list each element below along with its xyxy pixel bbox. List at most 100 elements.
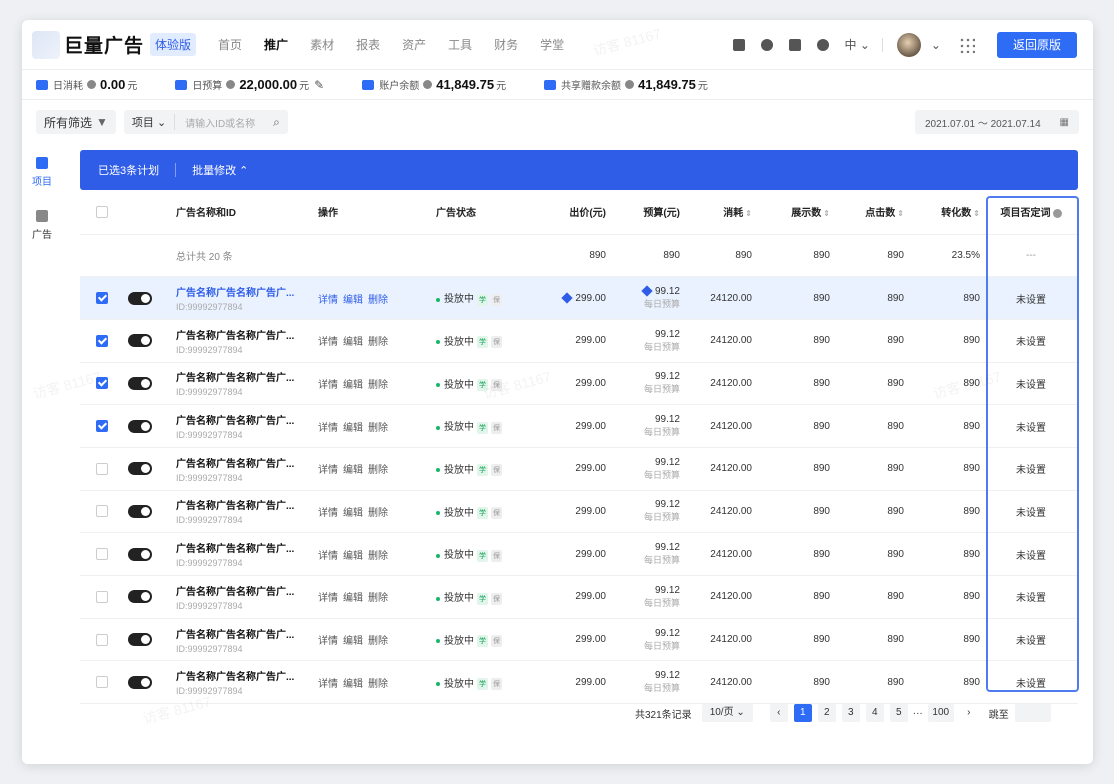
delete-link[interactable]: 删除	[368, 679, 388, 690]
row-toggle[interactable]	[128, 462, 152, 476]
negative-words-value[interactable]: 未设置	[984, 362, 1078, 406]
row-toggle[interactable]	[128, 504, 152, 518]
ad-name[interactable]: 广告名称广告名称广告广...	[176, 583, 310, 598]
detail-link[interactable]: 详情	[318, 295, 338, 306]
edit-icon[interactable]	[641, 285, 653, 298]
help-icon[interactable]	[87, 80, 96, 89]
ad-name[interactable]: 广告名称广告名称广告广...	[176, 455, 310, 470]
edit-link[interactable]: 编辑	[343, 337, 363, 348]
help-icon[interactable]	[226, 80, 236, 89]
page-1[interactable]: 1	[793, 704, 812, 722]
edit-link[interactable]: 编辑	[343, 380, 363, 391]
language-select[interactable]: 中 ⌄	[845, 36, 870, 53]
apps-grid-icon[interactable]	[958, 36, 975, 53]
help-icon[interactable]	[423, 80, 433, 89]
ad-name[interactable]: 广告名称广告名称广告广...	[176, 327, 310, 342]
bid-cell[interactable]: 299.00	[538, 618, 610, 662]
sort-icon[interactable]: ⇕	[973, 209, 980, 218]
row-toggle[interactable]	[128, 334, 152, 348]
delete-link[interactable]: 删除	[368, 337, 388, 348]
row-toggle[interactable]	[128, 419, 152, 433]
row-checkbox[interactable]	[96, 292, 108, 305]
negative-words-value[interactable]: 未设置	[984, 618, 1078, 662]
row-toggle[interactable]	[128, 633, 152, 647]
edit-link[interactable]: 编辑	[343, 679, 363, 690]
row-checkbox[interactable]	[96, 334, 108, 347]
nav-home[interactable]: 首页	[218, 36, 242, 53]
ad-name[interactable]: 广告名称广告名称广告广...	[176, 497, 310, 512]
nav-material[interactable]: 素材	[310, 36, 334, 53]
bid-cell[interactable]: 299.00	[538, 404, 610, 448]
nav-report[interactable]: 报表	[356, 36, 380, 53]
col-budget[interactable]: 预算(元)	[610, 190, 684, 235]
table-row[interactable]: 广告名称广告名称广告广... ID:99992977894 详情 编辑 删除 投放中学保 2…	[80, 660, 1078, 705]
sidebar-item-ad[interactable]: 广告	[22, 210, 62, 241]
return-original-button[interactable]: 返回原版	[996, 31, 1077, 58]
row-toggle[interactable]	[128, 547, 152, 561]
avatar[interactable]	[896, 32, 921, 57]
page-3[interactable]: 3	[841, 704, 860, 722]
bid-cell[interactable]: 299.00	[538, 319, 610, 363]
bulk-edit-button[interactable]: 批量修改 ⌃	[192, 162, 248, 178]
table-row[interactable]: 广告名称广告名称广告广... ID:99992977894 详情 编辑 删除 投放中学保 2…	[80, 319, 1078, 363]
bid-cell[interactable]: 299.00	[538, 575, 610, 619]
delete-link[interactable]: 删除	[368, 295, 388, 306]
bid-cell[interactable]: 299.00	[538, 490, 610, 534]
delete-link[interactable]: 删除	[368, 593, 388, 604]
delete-link[interactable]: 删除	[368, 551, 388, 562]
page-2[interactable]: 2	[817, 704, 836, 722]
scope-select[interactable]: 项目 ⌄	[124, 114, 176, 130]
negative-words-value[interactable]: 未设置	[984, 532, 1078, 576]
table-row[interactable]: 广告名称广告名称广告广... ID:99992977894 详情 编辑 删除 投放中学保 2…	[80, 618, 1078, 662]
help-icon[interactable]	[625, 80, 635, 89]
select-all-checkbox[interactable]	[96, 205, 108, 218]
ad-name[interactable]: 广告名称广告名称广告广...	[176, 540, 310, 555]
jump-input[interactable]	[1014, 704, 1051, 722]
detail-link[interactable]: 详情	[318, 423, 338, 434]
detail-link[interactable]: 详情	[318, 551, 338, 562]
page-5[interactable]: 5	[889, 704, 908, 722]
negative-words-value[interactable]: 未设置	[984, 660, 1078, 705]
prev-page-button[interactable]: ‹	[769, 704, 788, 722]
negative-words-value[interactable]: 未设置	[984, 447, 1078, 491]
sidebar-item-project[interactable]: 项目	[22, 157, 62, 188]
sort-icon[interactable]: ⇕	[745, 209, 752, 218]
edit-link[interactable]: 编辑	[343, 465, 363, 476]
budget-cell[interactable]: 99.12 每日预算	[610, 618, 684, 662]
negative-words-value[interactable]: 未设置	[984, 276, 1078, 320]
bid-cell[interactable]: 299.00	[538, 362, 610, 406]
budget-cell[interactable]: 99.12 每日预算	[610, 276, 684, 320]
row-checkbox[interactable]	[96, 462, 108, 475]
all-filters-button[interactable]: 所有筛选 ▼	[36, 110, 116, 134]
edit-link[interactable]: 编辑	[343, 593, 363, 604]
col-cost[interactable]: 消耗 ⇕	[684, 190, 756, 235]
row-checkbox[interactable]	[96, 377, 108, 390]
bid-cell[interactable]: 299.00	[538, 660, 610, 705]
edit-link[interactable]: 编辑	[343, 551, 363, 562]
col-conv[interactable]: 转化数 ⇕	[908, 190, 984, 235]
nav-promote[interactable]: 推广	[264, 36, 288, 53]
table-row[interactable]: 广告名称广告名称广告广... ID:99992977894 详情 编辑 删除 投放中学保 2…	[80, 362, 1078, 406]
budget-cell[interactable]: 99.12 每日预算	[610, 575, 684, 619]
detail-link[interactable]: 详情	[318, 380, 338, 391]
nav-tools[interactable]: 工具	[448, 36, 472, 53]
budget-cell[interactable]: 99.12 每日预算	[610, 532, 684, 576]
delete-link[interactable]: 删除	[368, 508, 388, 519]
detail-link[interactable]: 详情	[318, 337, 338, 348]
negative-words-value[interactable]: 未设置	[984, 575, 1078, 619]
help-icon[interactable]	[1052, 209, 1062, 219]
edit-icon[interactable]: ✎	[314, 78, 324, 92]
edit-link[interactable]: 编辑	[343, 295, 363, 306]
chevron-down-icon[interactable]: ⌄	[931, 38, 941, 52]
table-row[interactable]: 广告名称广告名称广告广... ID:99992977894 详情 编辑 删除 投放中学保 2…	[80, 490, 1078, 534]
document-icon[interactable]	[788, 38, 801, 51]
budget-cell[interactable]: 99.12 每日预算	[610, 319, 684, 363]
negative-words-value[interactable]: 未设置	[984, 404, 1078, 448]
delete-link[interactable]: 删除	[368, 423, 388, 434]
detail-link[interactable]: 详情	[318, 465, 338, 476]
col-bid[interactable]: 出价(元)	[538, 190, 610, 235]
col-click[interactable]: 点击数 ⇕	[834, 190, 908, 235]
budget-cell[interactable]: 99.12 每日预算	[610, 362, 684, 406]
edit-icon[interactable]	[561, 292, 574, 304]
detail-link[interactable]: 详情	[318, 593, 338, 604]
